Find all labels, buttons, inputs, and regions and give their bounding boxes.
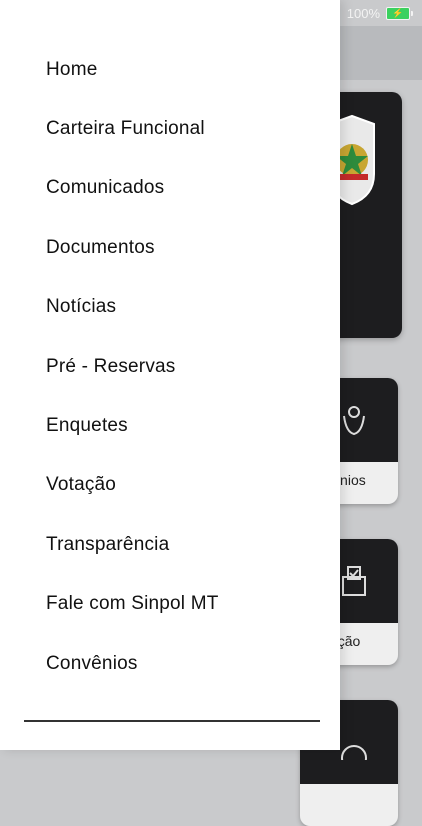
menu-item-transparencia[interactable]: Transparência <box>0 515 340 574</box>
menu-item-noticias[interactable]: Notícias <box>0 278 340 337</box>
menu-item-pre-reservas[interactable]: Pré - Reservas <box>0 337 340 396</box>
menu-item-carteira-funcional[interactable]: Carteira Funcional <box>0 99 340 158</box>
drawer-divider <box>24 720 320 722</box>
menu-item-votacao[interactable]: Votação <box>0 456 340 515</box>
menu-item-fale-com-sinpol[interactable]: Fale com Sinpol MT <box>0 575 340 634</box>
circle-icon <box>341 745 367 760</box>
menu-item-convenios[interactable]: Convênios <box>0 634 340 693</box>
battery-icon: ⚡ <box>386 6 413 20</box>
menu-item-documentos[interactable]: Documentos <box>0 218 340 277</box>
drawer-menu: Home Carteira Funcional Comunicados Docu… <box>0 40 340 693</box>
menu-item-enquetes[interactable]: Enquetes <box>0 396 340 455</box>
navigation-drawer: Home Carteira Funcional Comunicados Docu… <box>0 0 340 750</box>
menu-item-home[interactable]: Home <box>0 40 340 99</box>
menu-item-comunicados[interactable]: Comunicados <box>0 159 340 218</box>
hands-icon <box>343 406 365 436</box>
ballot-box-icon <box>342 566 366 596</box>
battery-percentage: 100% <box>346 5 380 21</box>
